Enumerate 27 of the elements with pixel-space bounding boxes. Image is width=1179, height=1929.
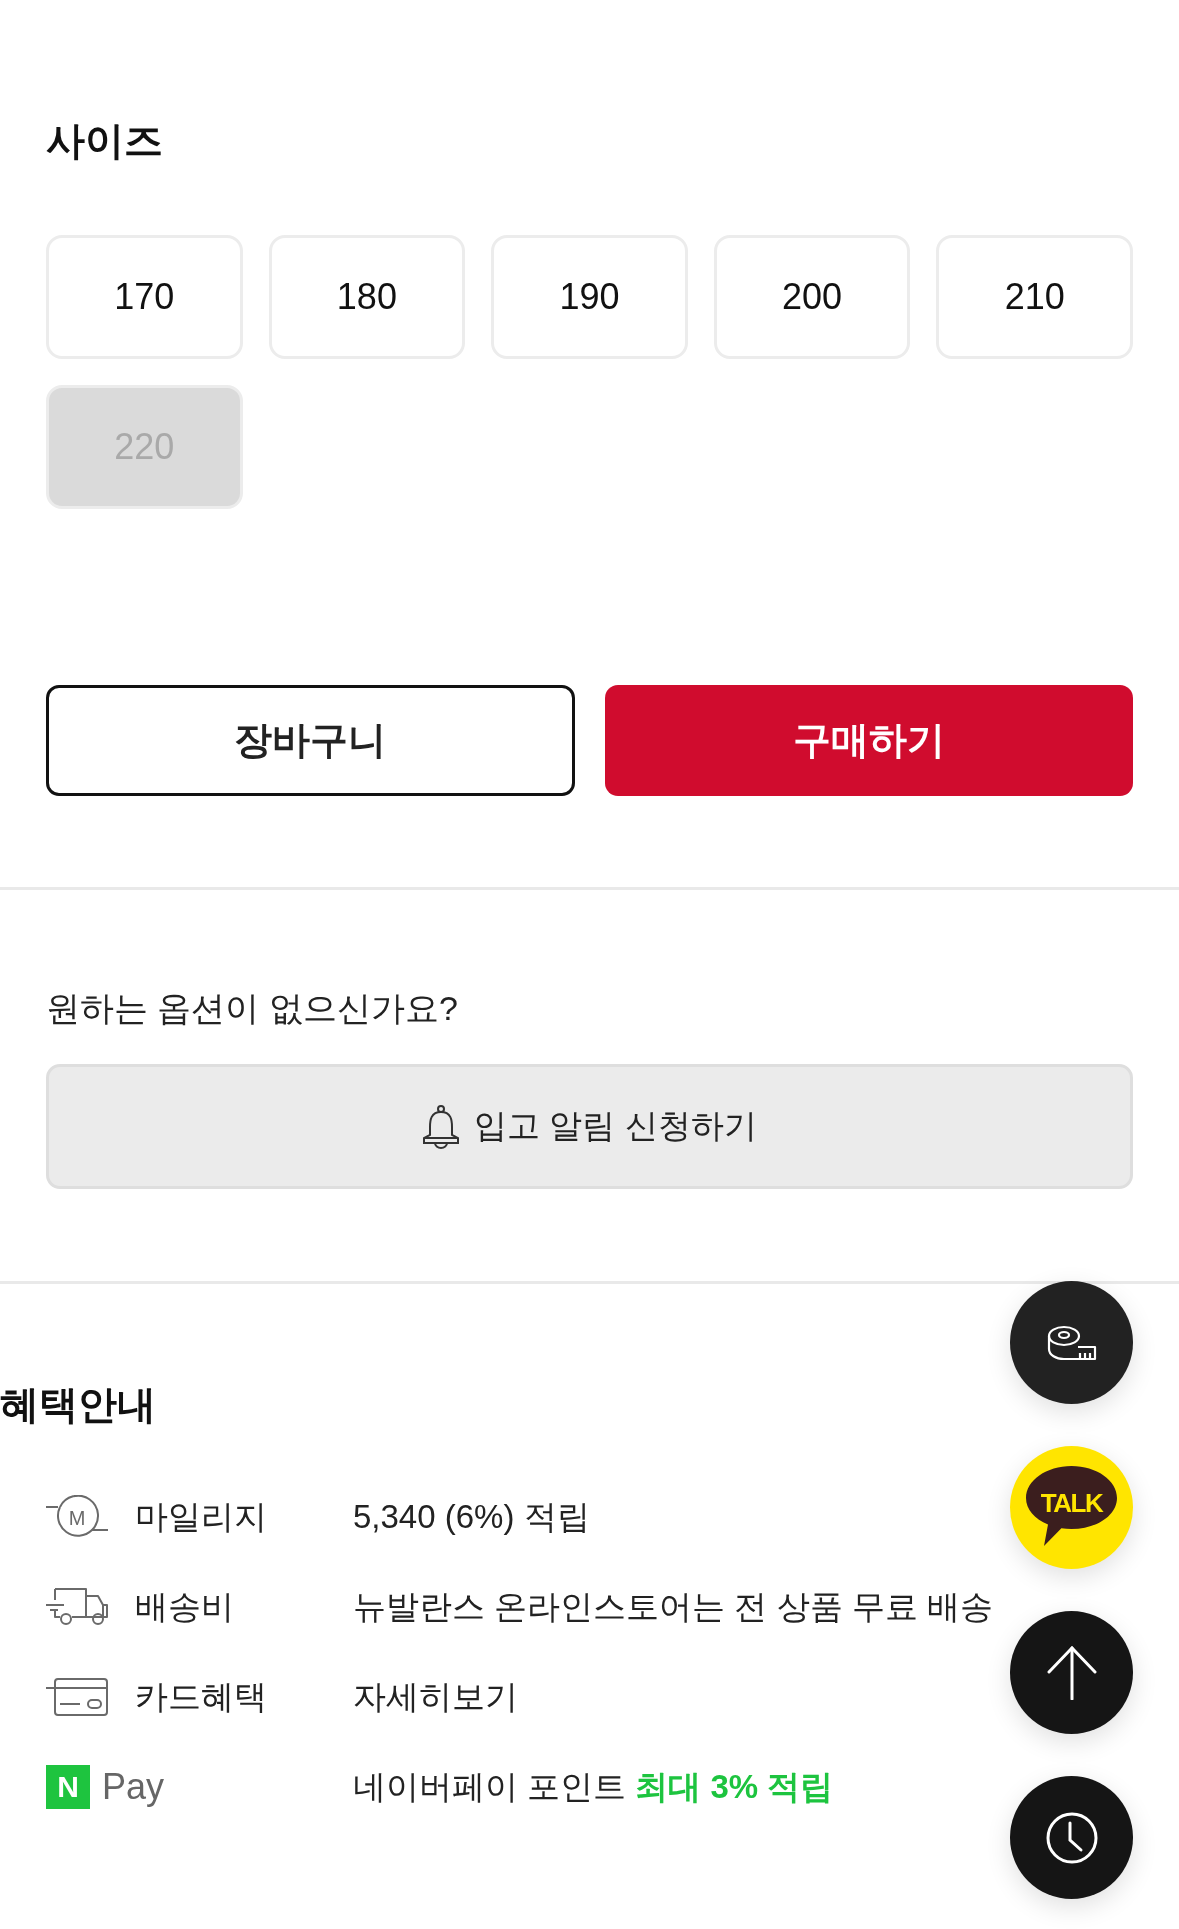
size-option-button[interactable]: 200 [713, 235, 911, 359]
restock-question: 원하는 옵션이 없으신가요? [46, 988, 458, 1029]
restock-notify-button[interactable]: 입고 알림 신청하기 [46, 1064, 1133, 1189]
benefit-value: 뉴발란스 온라인스토어는 전 상품 무료 배송 [353, 1586, 993, 1627]
size-option-button[interactable]: 210 [936, 235, 1133, 359]
size-option-button[interactable]: 190 [491, 235, 688, 359]
size-option-button[interactable]: 180 [268, 235, 466, 359]
benefit-label: 카드혜택 [135, 1676, 267, 1717]
buy-button[interactable]: 구매하기 [604, 685, 1133, 796]
truck-icon [46, 1588, 108, 1626]
size-title: 사이즈 [46, 118, 163, 164]
cart-button[interactable]: 장바구니 [46, 685, 575, 796]
benefit-value: 5,340 (6%) 적립 [353, 1496, 590, 1537]
speech-bubble-icon [1026, 1466, 1117, 1546]
npay-logo-badge: N [46, 1765, 90, 1809]
benefit-label: 마일리지 [135, 1496, 267, 1537]
benefits-title: 혜택안내 [0, 1382, 156, 1428]
benefit-label: 배송비 [135, 1586, 234, 1627]
kakao-talk-button[interactable]: TALK [1010, 1446, 1133, 1569]
clock-icon [1044, 1810, 1099, 1865]
tape-measure-icon [1046, 1324, 1097, 1361]
size-option-button[interactable]: 170 [46, 235, 243, 359]
pay-label: Pay [102, 1766, 165, 1808]
credit-card-icon [46, 1678, 108, 1716]
benefit-value: 네이버페이 포인트 최대 3% 적립 [353, 1766, 834, 1807]
details-link[interactable]: 자세히보기 [353, 1674, 518, 1720]
bell-icon [422, 1104, 461, 1149]
